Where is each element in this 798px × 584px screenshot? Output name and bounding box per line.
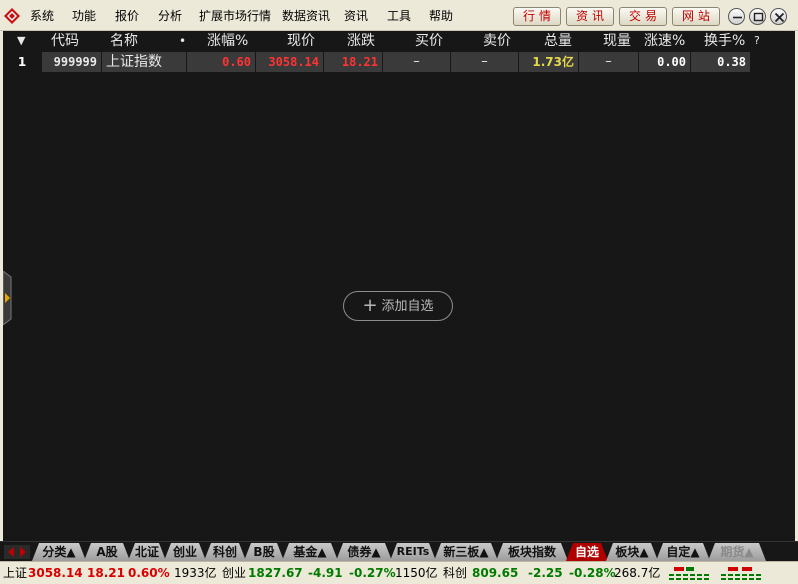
website-quick-button[interactable]: 网站 <box>672 7 720 26</box>
current-volume-value: – <box>579 52 638 72</box>
bid-value: – <box>383 52 450 72</box>
change-pct-value: 0.60 <box>187 52 255 72</box>
news-quick-button[interactable]: 资讯 <box>566 7 614 26</box>
help-icon[interactable]: ? <box>754 31 760 51</box>
col-code[interactable]: 代码 <box>51 31 79 51</box>
col-marker[interactable]: • <box>179 31 186 51</box>
minimize-button[interactable] <box>728 8 745 25</box>
app-logo-icon[interactable] <box>4 8 20 24</box>
table-row[interactable]: 1 999999 上证指数 0.60 3058.14 18.21 – – 1.7… <box>3 52 795 72</box>
kc-index-pct: -0.28% <box>569 566 616 580</box>
tab-neeq[interactable]: 新三板▲ <box>434 543 498 561</box>
market-breadth-chart-icon[interactable] <box>668 565 716 581</box>
menu-bar: 系统 功能 报价 分析 扩展市场行情 数据资讯 资讯 工具 帮助 行情 资讯 交… <box>0 0 798 31</box>
tab-sector[interactable]: 板块▲ <box>606 543 658 561</box>
cy-index-change: -4.91 <box>308 566 343 580</box>
menu-extended-market[interactable]: 扩展市场行情 <box>199 9 271 23</box>
menu-news[interactable]: 资讯 <box>344 9 368 23</box>
col-price[interactable]: 现价 <box>287 31 315 51</box>
sh-index-change: 18.21 <box>87 566 125 580</box>
tab-watchlist[interactable]: 自选 <box>566 543 608 561</box>
sh-index-label[interactable]: 上证 <box>3 566 27 581</box>
trade-quick-button[interactable]: 交易 <box>619 7 667 26</box>
tab-star[interactable]: 科创 <box>204 543 246 561</box>
cy-index-label[interactable]: 创业 <box>222 566 246 581</box>
cy-index-amount: 1150亿 <box>395 566 438 580</box>
plus-icon: + <box>362 295 378 316</box>
add-watchlist-label: 添加自选 <box>381 299 434 314</box>
tab-a-share[interactable]: A股 <box>84 543 130 561</box>
cy-index-price: 1827.67 <box>248 566 303 580</box>
quote-quick-button[interactable]: 行情 <box>513 7 561 26</box>
tab-category[interactable]: 分类▲ <box>32 543 86 561</box>
menu-help[interactable]: 帮助 <box>429 9 453 23</box>
cy-index-pct: -0.27% <box>349 566 396 580</box>
menu-tools[interactable]: 工具 <box>387 9 411 23</box>
tab-custom[interactable]: 自定▲ <box>656 543 710 561</box>
menu-analysis[interactable]: 分析 <box>158 9 182 23</box>
stock-code[interactable]: 999999 <box>42 52 101 72</box>
col-volume[interactable]: 总量 <box>544 31 572 51</box>
tab-fund[interactable]: 基金▲ <box>282 543 338 561</box>
tab-scroll-arrows-icon[interactable] <box>4 545 30 559</box>
market-flow-chart-icon[interactable] <box>720 565 768 581</box>
menu-quote[interactable]: 报价 <box>115 9 139 23</box>
col-bid[interactable]: 买价 <box>415 31 443 51</box>
sort-arrow-icon[interactable]: ▼ <box>17 31 25 51</box>
kc-index-change: -2.25 <box>528 566 563 580</box>
change-value: 18.21 <box>324 52 382 72</box>
volume-value: 1.73亿 <box>519 52 578 72</box>
row-index: 1 <box>3 52 41 72</box>
col-ask[interactable]: 卖价 <box>483 31 511 51</box>
col-speed[interactable]: 涨速% <box>644 31 685 51</box>
close-icon <box>774 12 785 23</box>
maximize-button[interactable] <box>749 8 766 25</box>
tab-futures[interactable]: 期货▲ <box>708 543 766 561</box>
close-button[interactable] <box>770 8 787 25</box>
add-watchlist-button[interactable]: + 添加自选 <box>343 291 453 321</box>
tab-reits[interactable]: REITs <box>390 543 436 561</box>
kc-index-amount: 268.7亿 <box>614 566 661 580</box>
turnover-value: 0.38 <box>691 52 750 72</box>
grid-header: ▼ 代码 名称 • 涨幅% 现价 涨跌 买价 卖价 总量 现量 涨速% 换手% … <box>3 31 795 51</box>
tab-sector-index[interactable]: 板块指数 <box>496 543 568 561</box>
quote-grid-panel: ▼ 代码 名称 • 涨幅% 现价 涨跌 买价 卖价 总量 现量 涨速% 换手% … <box>2 31 795 541</box>
col-change-pct[interactable]: 涨幅% <box>207 31 248 51</box>
tab-b-share[interactable]: B股 <box>244 543 284 561</box>
stock-name[interactable]: 上证指数 <box>102 52 186 72</box>
sh-index-price: 3058.14 <box>28 566 83 580</box>
kc-index-price: 809.65 <box>472 566 519 580</box>
maximize-icon <box>753 12 764 22</box>
tab-beijing[interactable]: 北证 <box>128 543 166 561</box>
status-bar: 上证 3058.14 18.21 0.60% 1933亿 创业 1827.67 … <box>0 561 798 584</box>
col-current-volume[interactable]: 现量 <box>603 31 631 51</box>
kc-index-label[interactable]: 科创 <box>443 566 467 581</box>
expand-arrow-icon <box>2 270 12 326</box>
menu-function[interactable]: 功能 <box>72 9 96 23</box>
price-value: 3058.14 <box>256 52 323 72</box>
tab-chinext[interactable]: 创业 <box>164 543 206 561</box>
menu-system[interactable]: 系统 <box>30 9 54 23</box>
market-tab-bar: 分类▲ A股 北证 创业 科创 B股 基金▲ 债券▲ REITs 新三板▲ 板块… <box>0 541 798 561</box>
menu-data-info[interactable]: 数据资讯 <box>282 9 330 23</box>
side-panel-toggle[interactable] <box>2 270 14 326</box>
speed-value: 0.00 <box>639 52 690 72</box>
col-name[interactable]: 名称 <box>110 31 138 51</box>
ask-value: – <box>451 52 518 72</box>
col-turnover[interactable]: 换手% <box>704 31 745 51</box>
tab-bond[interactable]: 债券▲ <box>336 543 392 561</box>
col-change[interactable]: 涨跌 <box>347 31 375 51</box>
minimize-icon <box>733 16 742 19</box>
sh-index-amount: 1933亿 <box>174 566 217 580</box>
sh-index-pct: 0.60% <box>128 566 170 580</box>
